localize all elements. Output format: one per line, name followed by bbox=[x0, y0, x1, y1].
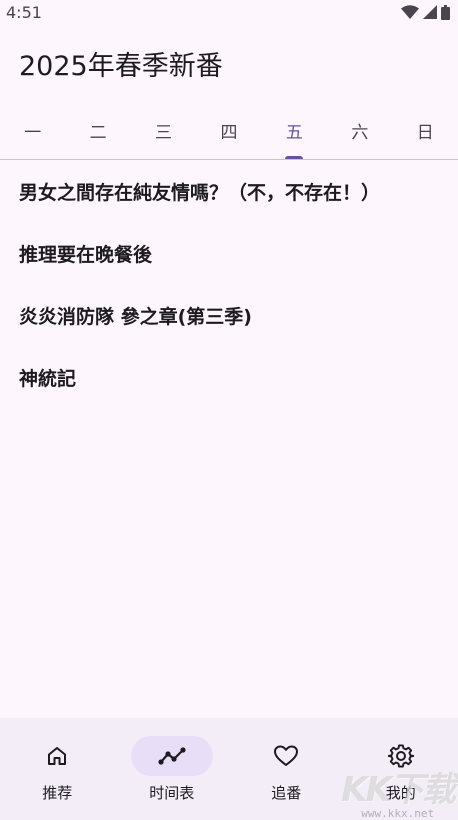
wifi-icon bbox=[401, 5, 419, 19]
signal-icon bbox=[423, 5, 437, 19]
tab-saturday[interactable]: 六 bbox=[327, 100, 392, 160]
nav-item-schedule[interactable]: 时间表 bbox=[115, 718, 230, 820]
list-item[interactable]: 推理要在晚餐後 bbox=[0, 222, 458, 284]
page-title: 2025年春季新番 bbox=[19, 51, 223, 82]
weekday-tabs: 一 二 三 四 五 六 日 bbox=[0, 100, 458, 160]
tab-friday[interactable]: 五 bbox=[262, 100, 327, 160]
nav-label: 我的 bbox=[385, 784, 416, 802]
tab-monday[interactable]: 一 bbox=[0, 100, 65, 160]
status-icons bbox=[401, 4, 450, 20]
list-item[interactable]: 炎炎消防隊 參之章(第三季) bbox=[0, 284, 458, 346]
nav-item-recommend[interactable]: 推荐 bbox=[0, 718, 115, 820]
tab-thursday[interactable]: 四 bbox=[196, 100, 261, 160]
tab-tuesday[interactable]: 二 bbox=[65, 100, 130, 160]
home-icon bbox=[48, 747, 67, 765]
nav-label: 推荐 bbox=[42, 784, 73, 802]
nav-icon-container bbox=[130, 736, 213, 776]
nav-label: 追番 bbox=[271, 784, 302, 802]
tab-label: 日 bbox=[416, 122, 434, 143]
anime-title: 男女之間存在純友情嗎？（不，不存在！） bbox=[19, 181, 381, 204]
status-time: 4:51 bbox=[6, 2, 42, 22]
anime-list: 男女之間存在純友情嗎？（不，不存在！） 推理要在晚餐後 炎炎消防隊 參之章(第三… bbox=[0, 160, 458, 408]
nav-icon-container bbox=[360, 736, 442, 776]
battery-icon bbox=[441, 4, 450, 20]
nav-icon-container bbox=[245, 736, 327, 776]
nav-label: 时间表 bbox=[149, 784, 195, 802]
nav-item-profile[interactable]: 我的 bbox=[344, 718, 458, 820]
list-item[interactable]: 神統記 bbox=[0, 346, 458, 408]
nav-icon-container bbox=[16, 736, 98, 776]
tab-sunday[interactable]: 日 bbox=[393, 100, 458, 160]
status-bar: 4:51 bbox=[0, 0, 458, 24]
tab-label: 四 bbox=[220, 122, 238, 143]
timeline-icon bbox=[158, 747, 186, 765]
tab-label: 二 bbox=[89, 122, 107, 143]
tab-label: 六 bbox=[351, 122, 369, 143]
nav-item-following[interactable]: 追番 bbox=[229, 718, 344, 820]
gear-icon bbox=[387, 744, 414, 768]
list-item[interactable]: 男女之間存在純友情嗎？（不，不存在！） bbox=[0, 160, 458, 222]
tab-label: 一 bbox=[24, 122, 42, 143]
anime-title: 推理要在晚餐後 bbox=[19, 243, 153, 266]
tab-wednesday[interactable]: 三 bbox=[131, 100, 196, 160]
anime-title: 炎炎消防隊 參之章(第三季) bbox=[19, 305, 252, 328]
bottom-navigation: 推荐 时间表 追番 我的 bbox=[0, 718, 458, 820]
tab-label: 三 bbox=[155, 122, 173, 143]
anime-title: 神統記 bbox=[19, 367, 77, 390]
tab-label: 五 bbox=[285, 122, 303, 143]
heart-icon bbox=[274, 745, 299, 766]
